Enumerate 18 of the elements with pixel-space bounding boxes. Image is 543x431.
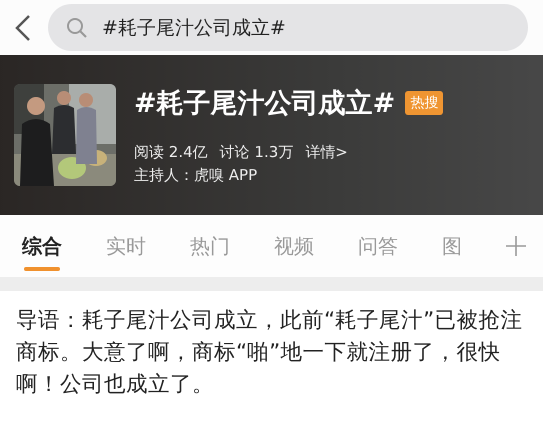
hot-badge: 热搜 xyxy=(405,91,444,115)
search-field[interactable]: #耗子尾汁公司成立# xyxy=(48,4,528,51)
search-text: #耗子尾汁公司成立# xyxy=(102,16,286,40)
tab[interactable]: 综合 xyxy=(22,215,106,277)
details-link[interactable]: 详情> xyxy=(305,143,348,162)
host-text: 主持人：虎嗅 APP xyxy=(134,166,258,185)
tab[interactable]: 实时 xyxy=(106,215,190,277)
intro-paragraph: 导语：耗子尾汁公司成立，此前“耗子尾汁”已被抢注商标。大意了啊，商标“啪”地一下就注册了，很快啊！公司也成立了。 xyxy=(15,307,524,399)
search-icon xyxy=(66,16,88,38)
tab[interactable]: 视频 xyxy=(274,215,358,277)
tab[interactable]: 热门 xyxy=(190,215,274,277)
stat-text: 阅读 2.4亿 xyxy=(134,143,208,162)
tab-underline xyxy=(24,267,60,271)
tab[interactable]: 问答 xyxy=(358,215,442,277)
tab[interactable]: 图 xyxy=(442,215,462,277)
stat-text: 讨论 1.3万 xyxy=(220,143,294,162)
plus-icon[interactable] xyxy=(505,235,527,257)
topic-title: #耗子尾汁公司成立# xyxy=(134,87,396,121)
